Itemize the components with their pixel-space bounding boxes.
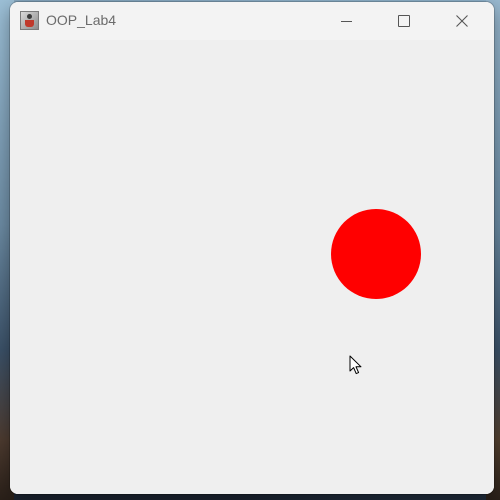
red-ball: [331, 209, 421, 299]
java-app-icon[interactable]: [20, 11, 39, 30]
minimize-button[interactable]: [323, 2, 369, 40]
title-bar[interactable]: OOP_Lab4: [10, 2, 494, 40]
app-window: OOP_Lab4: [10, 2, 494, 494]
mouse-cursor-icon: [349, 355, 362, 375]
minimize-icon: [340, 20, 352, 22]
close-icon: [456, 15, 468, 27]
close-button[interactable]: [439, 2, 485, 40]
window-title: OOP_Lab4: [46, 12, 117, 28]
maximize-icon: [398, 15, 410, 27]
maximize-button[interactable]: [381, 2, 427, 40]
drawing-canvas[interactable]: [10, 40, 494, 494]
